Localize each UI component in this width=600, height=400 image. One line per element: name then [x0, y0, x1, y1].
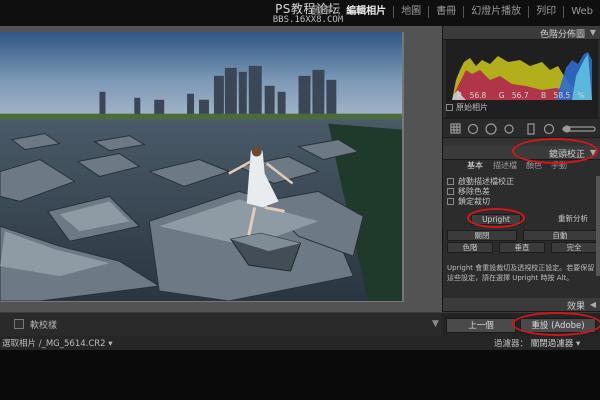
- source-dropdown-icon[interactable]: ▾: [108, 339, 112, 349]
- filter-dropdown-icon[interactable]: ▾: [576, 339, 580, 349]
- annotation-ellipse-reset: [512, 312, 600, 336]
- upright-off-button[interactable]: 關閉: [447, 230, 517, 241]
- bottom-toolbar: 軟校樣 ▼: [0, 312, 442, 336]
- b-label: B: [541, 91, 547, 100]
- constrain-crop-option[interactable]: 鎖定裁切: [447, 196, 490, 207]
- tab-profile[interactable]: 描述檔: [493, 160, 517, 171]
- module-library[interactable]: 圖庫: [304, 6, 338, 18]
- toolbar-menu-icon[interactable]: ▼: [432, 319, 439, 329]
- soft-proof-checkbox[interactable]: [14, 319, 24, 329]
- reanalyze-button[interactable]: 重新分析: [549, 214, 597, 225]
- g-label: G: [498, 91, 505, 100]
- histogram-title: 色階分佈圖: [539, 30, 585, 40]
- upright-level-button[interactable]: 色階: [447, 242, 493, 253]
- r-value: 56.8: [469, 91, 487, 100]
- r-label: R: [457, 91, 463, 100]
- photo-preview[interactable]: [0, 32, 404, 302]
- module-map[interactable]: 地圖: [393, 6, 428, 18]
- source-label: 選取相片: [2, 339, 37, 349]
- upright-note: Upright 會重設裁切及透視校正設定。若要保留這些設定，請在選擇 Uprig…: [447, 264, 595, 282]
- module-print[interactable]: 列印: [528, 6, 563, 18]
- filmstrip-bar: 選取相片 /_MG_5614.CR2 ▾ 過濾器： 關閉過濾器 ▾: [0, 336, 600, 350]
- module-picker: 圖庫 編輯相片 地圖 書冊 幻燈片播放 列印 Web: [304, 6, 600, 18]
- annotation-ellipse-lens: [512, 138, 598, 164]
- filter-dropdown[interactable]: 關閉過濾器: [531, 339, 574, 349]
- brush-size-knob-icon[interactable]: [563, 125, 571, 133]
- original-photo-toggle[interactable]: 原始相片: [446, 102, 488, 113]
- top-module-bar: PS教程论坛 BBS.16XX8.COM 圖庫 編輯相片 地圖 書冊 幻燈片播放…: [0, 0, 600, 26]
- filter-label: 過濾器：: [494, 339, 529, 349]
- grid-overlay-icon[interactable]: [450, 123, 461, 134]
- rgb-readout: R 56.8 G 56.7 B 58.5 %: [457, 91, 595, 100]
- tab-basic[interactable]: 基本: [467, 160, 483, 171]
- module-book[interactable]: 書冊: [428, 6, 463, 18]
- upright-auto-button[interactable]: 自動: [523, 230, 597, 241]
- spot-removal-icon[interactable]: [485, 123, 497, 135]
- b-value: 58.5: [553, 91, 571, 100]
- module-web[interactable]: Web: [563, 6, 600, 18]
- radial-filter-icon[interactable]: [543, 123, 555, 135]
- original-photo-checkbox[interactable]: [446, 104, 453, 111]
- upright-full-button[interactable]: 完全: [551, 242, 597, 253]
- upright-vertical-button[interactable]: 垂直: [499, 242, 545, 253]
- upright-buttons: 關閉 自動 色階 垂直 完全: [447, 230, 597, 253]
- graduated-filter-icon[interactable]: [527, 123, 535, 135]
- remove-ca-label: 移除色差: [458, 187, 490, 196]
- image-canvas: [0, 26, 442, 312]
- collapse-triangle-icon[interactable]: ◀: [590, 300, 596, 309]
- remove-ca-checkbox[interactable]: [447, 188, 454, 195]
- enable-profile-checkbox[interactable]: [447, 178, 454, 185]
- filename: /_MG_5614.CR2: [38, 339, 106, 349]
- previous-button[interactable]: 上一個: [446, 318, 516, 333]
- histogram-header[interactable]: 色階分佈圖 ▼: [443, 26, 600, 40]
- collapse-triangle-icon[interactable]: ▼: [590, 28, 596, 37]
- filmstrip-source[interactable]: 選取相片 /_MG_5614.CR2 ▾: [2, 337, 113, 349]
- tool-strip: [443, 118, 600, 138]
- module-slideshow[interactable]: 幻燈片播放: [463, 6, 528, 18]
- effects-title: 效果: [566, 302, 585, 312]
- percent-sign: %: [577, 91, 585, 100]
- soft-proof-label: 軟校樣: [30, 321, 58, 331]
- enable-profile-label: 啟動描述檔校正: [458, 177, 514, 186]
- filmstrip-area: [0, 350, 600, 400]
- original-photo-label: 原始相片: [456, 103, 488, 112]
- filter-control[interactable]: 過濾器： 關閉過濾器 ▾: [494, 337, 580, 349]
- annotation-ellipse-upright: [467, 208, 525, 228]
- panel-scrollbar[interactable]: [596, 176, 600, 276]
- red-eye-icon[interactable]: [504, 124, 514, 134]
- right-panel: 色階分佈圖 ▼ R 56.8 G 56.7 B 58.5 % 原始相片 鏡頭校正…: [442, 26, 600, 312]
- effects-header[interactable]: 效果 ◀: [443, 298, 600, 312]
- crop-icon[interactable]: [467, 123, 479, 135]
- constrain-crop-label: 鎖定裁切: [458, 197, 490, 206]
- module-develop[interactable]: 編輯相片: [338, 6, 393, 18]
- constrain-crop-checkbox[interactable]: [447, 198, 454, 205]
- g-value: 56.7: [511, 91, 529, 100]
